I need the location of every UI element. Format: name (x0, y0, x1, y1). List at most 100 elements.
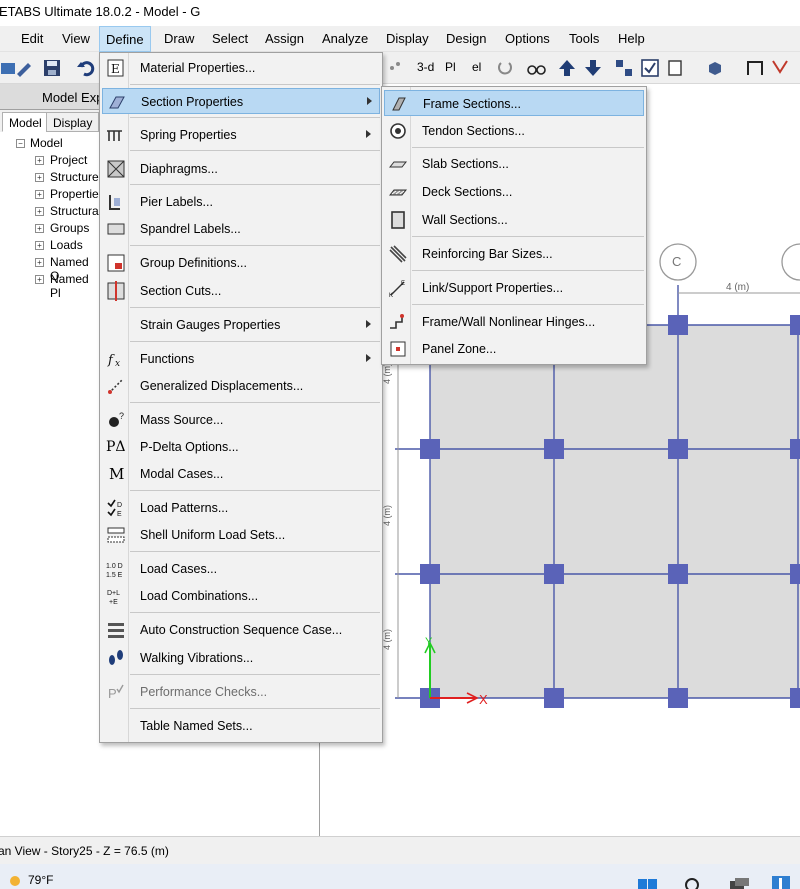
menu-draw[interactable]: Draw (164, 31, 194, 46)
menu-item-shell-uniform-load-sets[interactable]: Shell Uniform Load Sets... (102, 522, 380, 548)
menu-display[interactable]: Display (386, 31, 429, 46)
slab-icon (388, 161, 408, 168)
grid-bubble-label: C (672, 254, 682, 269)
menu-help[interactable]: Help (618, 31, 645, 46)
menu-item-auto-construction-sequence[interactable]: Auto Construction Sequence Case... (102, 617, 380, 643)
glasses-icon[interactable] (526, 58, 546, 78)
snap-icon[interactable] (386, 58, 406, 78)
menu-item-group-definitions[interactable]: Group Definitions... (102, 250, 380, 276)
weather-temperature: 79°F (28, 873, 54, 887)
move-up-icon[interactable] (557, 58, 577, 78)
menu-item-table-named-sets[interactable]: Table Named Sets... (102, 713, 380, 739)
menu-item-nonlinear-hinges[interactable]: Frame/Wall Nonlinear Hinges... (384, 309, 644, 335)
section-cut-icon (107, 281, 125, 301)
load-pattern-icon: DE (107, 499, 122, 518)
menu-analyze[interactable]: Analyze (322, 31, 368, 46)
pier-icon (109, 195, 120, 210)
menu-item-frame-sections[interactable]: Frame Sections... (384, 90, 644, 116)
menu-edit[interactable]: Edit (21, 31, 43, 46)
menu-item-slab-sections[interactable]: Slab Sections... (384, 151, 644, 177)
menu-item-spandrel-labels[interactable]: Spandrel Labels... (102, 216, 380, 242)
menu-select[interactable]: Select (212, 31, 248, 46)
search-icon[interactable] (684, 877, 704, 889)
dimension-top: 4 (m) (726, 282, 750, 293)
menu-item-panel-zone[interactable]: Panel Zone... (384, 336, 644, 362)
svg-text:E: E (401, 281, 405, 287)
menu-item-load-combinations[interactable]: D+L +E Load Combinations... (102, 583, 380, 609)
dimension-side-2: 4 (m) (382, 505, 392, 526)
edit-icon[interactable] (14, 58, 34, 78)
menu-item-mass-source[interactable]: ? Mass Source... (102, 407, 380, 433)
frame-draw-icon[interactable] (745, 58, 765, 78)
save-icon[interactable] (42, 58, 62, 78)
menu-item-pier-labels[interactable]: Pier Labels... (102, 189, 380, 215)
menu-assign[interactable]: Assign (265, 31, 304, 46)
section-icon (109, 96, 125, 109)
axis-y-label: Y (425, 636, 433, 648)
plan-view-button[interactable]: Pl (445, 60, 456, 80)
svg-text:P: P (108, 686, 117, 701)
pdelta-icon: PΔ (106, 439, 126, 455)
menu-item-modal-cases[interactable]: M Modal Cases... (102, 461, 380, 487)
define-menu: E Material Properties... Section Propert… (99, 52, 383, 743)
grid-icon[interactable] (614, 58, 634, 78)
menu-item-section-cuts[interactable]: Section Cuts... (102, 278, 380, 304)
menu-define[interactable]: Define (99, 26, 151, 52)
axis-x-label: X (479, 692, 488, 707)
svg-text:1.5 E: 1.5 E (106, 572, 123, 579)
svg-text:x: x (115, 359, 120, 369)
menu-item-reinforcing-bar-sizes[interactable]: Reinforcing Bar Sizes... (384, 241, 644, 267)
move-down-icon[interactable] (583, 58, 603, 78)
dimension-side-1: 4 (m) (382, 363, 392, 384)
footsteps-icon (109, 650, 123, 665)
menu-item-spring-properties[interactable]: Spring Properties (102, 122, 380, 148)
svg-text:E: E (117, 511, 122, 518)
menu-item-tendon-sections[interactable]: Tendon Sections... (384, 118, 644, 144)
rotate-icon[interactable] (495, 58, 515, 78)
menu-item-section-properties[interactable]: Section Properties (102, 88, 380, 114)
menu-item-load-patterns[interactable]: DE Load Patterns... (102, 495, 380, 521)
menu-item-load-cases[interactable]: 1.0 D 1.5 E Load Cases... (102, 556, 380, 582)
task-view-icon[interactable] (728, 877, 750, 889)
material-icon: E (107, 59, 124, 77)
cube-icon[interactable] (705, 58, 725, 78)
undo-icon[interactable] (76, 58, 96, 78)
object-icon[interactable] (666, 58, 686, 78)
etabs-taskbar-icon[interactable] (770, 874, 792, 889)
menu-item-material-properties[interactable]: E Material Properties... (102, 55, 380, 81)
menu-item-functions[interactable]: fx Functions (102, 346, 380, 372)
menu-item-p-delta-options[interactable]: PΔ P-Delta Options... (102, 434, 380, 460)
diaphragm-icon (107, 160, 125, 178)
menu-design[interactable]: Design (446, 31, 486, 46)
brace-icon[interactable] (770, 58, 790, 78)
svg-text:1.0 D: 1.0 D (106, 563, 123, 570)
checkbox-icon[interactable] (640, 58, 660, 78)
function-icon: fx (107, 353, 120, 369)
title-bar: ETABS Ultimate 18.0.2 - Model - G (0, 0, 800, 26)
window-title: ETABS Ultimate 18.0.2 - Model - G (0, 4, 201, 19)
menu-item-link-support-properties[interactable]: EK Link/Support Properties... (384, 275, 644, 301)
menu-item-deck-sections[interactable]: Deck Sections... (384, 179, 644, 205)
menu-item-strain-gauges[interactable]: Strain Gauges Properties (102, 312, 380, 338)
status-bar: an View - Story25 - Z = 76.5 (m) (0, 836, 800, 864)
menu-tools[interactable]: Tools (569, 31, 599, 46)
menu-item-generalized-displacements[interactable]: Generalized Displacements... (102, 373, 380, 399)
tab-model[interactable]: Model (2, 112, 49, 132)
load-combo-icon: D+L +E (107, 590, 120, 606)
section-properties-submenu: Frame Sections... Tendon Sections... Sla… (381, 86, 647, 365)
elevation-view-button[interactable]: el (472, 60, 481, 80)
shell-load-icon (107, 527, 125, 543)
menu-options[interactable]: Options (505, 31, 550, 46)
start-icon[interactable] (638, 877, 658, 889)
menu-item-walking-vibrations[interactable]: Walking Vibrations... (102, 645, 380, 671)
menu-item-wall-sections[interactable]: Wall Sections... (384, 207, 644, 233)
weather-icon[interactable] (8, 873, 24, 887)
frame-section-icon (392, 97, 406, 111)
menu-bar: Edit View Define Draw Select Assign Anal… (0, 26, 800, 52)
windows-taskbar: 79°F (0, 864, 800, 889)
menu-view[interactable]: View (62, 31, 90, 46)
menu-item-diaphragms[interactable]: Diaphragms... (102, 156, 380, 182)
view-3d-button[interactable]: 3-d (417, 60, 434, 80)
tab-display[interactable]: Display (46, 112, 100, 132)
svg-text:D+L: D+L (107, 590, 120, 597)
